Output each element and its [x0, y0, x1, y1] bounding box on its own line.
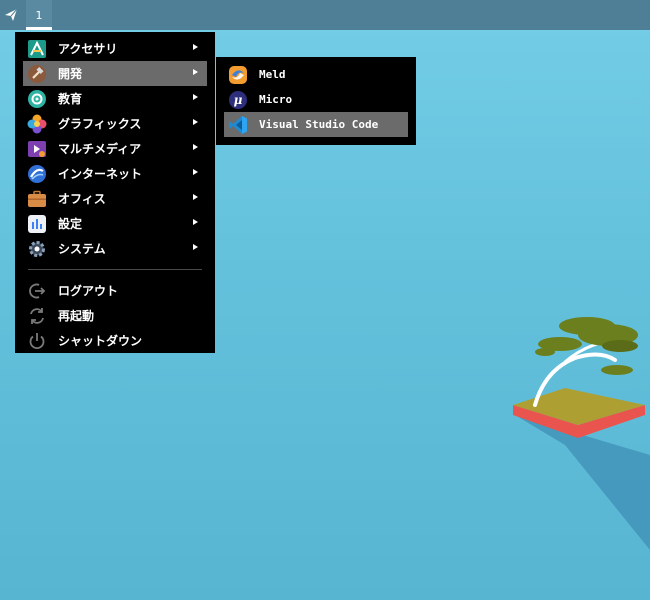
menu-item-settings[interactable]: 設定 [23, 211, 207, 236]
top-panel: 1 [0, 0, 650, 30]
menu-item-internet[interactable]: インターネット [23, 161, 207, 186]
menu-item-label: 設定 [58, 217, 83, 231]
graphics-icon [27, 114, 47, 134]
system-gear-icon [27, 239, 47, 259]
paper-plane-icon [5, 8, 18, 21]
development-submenu: Meld μ Micro Visual Studio Code [216, 57, 416, 145]
menu-separator [28, 269, 202, 270]
menu-item-label: システム [58, 242, 106, 256]
logout-icon [27, 281, 47, 301]
education-icon [27, 89, 47, 109]
submenu-arrow-icon [193, 219, 198, 225]
workspace-indicator [26, 27, 52, 30]
submenu-arrow-icon [193, 119, 198, 125]
menu-item-label: アクセサリ [58, 42, 118, 56]
submenu-item-micro[interactable]: μ Micro [224, 87, 408, 112]
submenu-arrow-icon [193, 69, 198, 75]
submenu-item-label: Meld [259, 68, 286, 81]
submenu-item-label: Visual Studio Code [259, 118, 379, 131]
menu-item-restart[interactable]: 再起動 [23, 303, 207, 328]
menu-item-label: オフィス [58, 192, 106, 206]
wallpaper-tree-illustration [513, 317, 650, 550]
development-hammer-icon [27, 64, 47, 84]
menu-item-education[interactable]: 教育 [23, 86, 207, 111]
menu-item-label: 開発 [58, 67, 83, 81]
menu-item-label: インターネット [58, 167, 143, 181]
micro-icon: μ [228, 90, 248, 110]
menu-item-office[interactable]: オフィス [23, 186, 207, 211]
submenu-arrow-icon [193, 94, 198, 100]
workspace-button[interactable]: 1 [26, 0, 52, 30]
accessories-icon [27, 39, 47, 59]
svg-text:μ: μ [234, 93, 243, 107]
menu-item-development[interactable]: 開発 [23, 61, 207, 86]
application-menu: アクセサリ 開発 教育 グラフィックス マルチメディア インターネット オフィス… [15, 32, 215, 353]
submenu-arrow-icon [193, 169, 198, 175]
app-launcher-button[interactable] [0, 0, 22, 30]
restart-icon [27, 306, 47, 326]
menu-item-label: ログアウト [58, 284, 119, 298]
menu-item-graphics[interactable]: グラフィックス [23, 111, 207, 136]
menu-item-shutdown[interactable]: シャットダウン [23, 328, 207, 353]
submenu-item-label: Micro [259, 93, 293, 106]
power-icon [27, 331, 47, 351]
settings-icon [27, 214, 47, 234]
menu-item-multimedia[interactable]: マルチメディア [23, 136, 207, 161]
menu-item-label: 再起動 [58, 309, 95, 323]
menu-item-label: 教育 [58, 92, 83, 106]
submenu-arrow-icon [193, 144, 198, 150]
menu-item-system[interactable]: システム [23, 236, 207, 261]
submenu-arrow-icon [193, 194, 198, 200]
vscode-icon [228, 115, 248, 135]
menu-item-label: シャットダウン [58, 334, 143, 348]
meld-icon [228, 65, 248, 85]
menu-item-accessories[interactable]: アクセサリ [23, 36, 207, 61]
menu-item-logout[interactable]: ログアウト [23, 278, 207, 303]
office-briefcase-icon [27, 189, 47, 209]
submenu-item-meld[interactable]: Meld [224, 62, 408, 87]
multimedia-icon [27, 139, 47, 159]
menu-item-label: マルチメディア [58, 142, 142, 156]
menu-item-label: グラフィックス [58, 117, 142, 131]
internet-icon [27, 164, 47, 184]
submenu-item-vscode[interactable]: Visual Studio Code [224, 112, 408, 137]
submenu-arrow-icon [193, 44, 198, 50]
submenu-arrow-icon [193, 244, 198, 250]
